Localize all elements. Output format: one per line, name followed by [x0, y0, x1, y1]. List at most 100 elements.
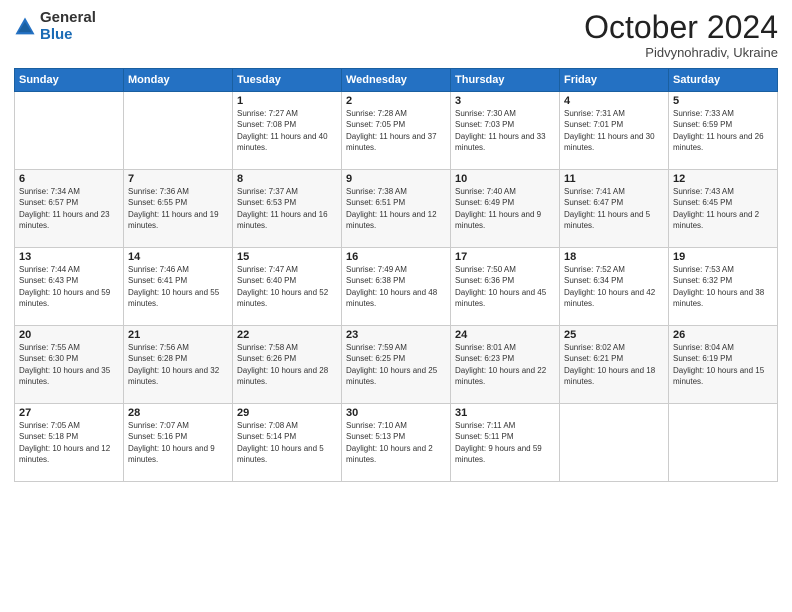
calendar-cell: 15Sunrise: 7:47 AM Sunset: 6:40 PM Dayli… — [233, 248, 342, 326]
calendar-cell: 23Sunrise: 7:59 AM Sunset: 6:25 PM Dayli… — [342, 326, 451, 404]
day-number: 6 — [19, 173, 119, 185]
calendar-cell: 2Sunrise: 7:28 AM Sunset: 7:05 PM Daylig… — [342, 92, 451, 170]
calendar-cell — [15, 92, 124, 170]
day-info: Sunrise: 7:31 AM Sunset: 7:01 PM Dayligh… — [564, 108, 664, 153]
day-number: 23 — [346, 329, 446, 341]
header-cell-thursday: Thursday — [451, 69, 560, 92]
day-number: 25 — [564, 329, 664, 341]
day-number: 26 — [673, 329, 773, 341]
day-number: 27 — [19, 407, 119, 419]
calendar-cell: 3Sunrise: 7:30 AM Sunset: 7:03 PM Daylig… — [451, 92, 560, 170]
calendar-cell: 31Sunrise: 7:11 AM Sunset: 5:11 PM Dayli… — [451, 404, 560, 482]
day-number: 5 — [673, 95, 773, 107]
day-number: 11 — [564, 173, 664, 185]
day-number: 8 — [237, 173, 337, 185]
calendar-cell: 22Sunrise: 7:58 AM Sunset: 6:26 PM Dayli… — [233, 326, 342, 404]
calendar-cell: 4Sunrise: 7:31 AM Sunset: 7:01 PM Daylig… — [560, 92, 669, 170]
calendar-cell: 13Sunrise: 7:44 AM Sunset: 6:43 PM Dayli… — [15, 248, 124, 326]
header: General Blue October 2024 Pidvynohradiv,… — [14, 10, 778, 60]
calendar-cell: 11Sunrise: 7:41 AM Sunset: 6:47 PM Dayli… — [560, 170, 669, 248]
calendar-cell: 5Sunrise: 7:33 AM Sunset: 6:59 PM Daylig… — [669, 92, 778, 170]
day-number: 13 — [19, 251, 119, 263]
calendar-body: 1Sunrise: 7:27 AM Sunset: 7:08 PM Daylig… — [15, 92, 778, 482]
calendar-cell: 14Sunrise: 7:46 AM Sunset: 6:41 PM Dayli… — [124, 248, 233, 326]
day-number: 31 — [455, 407, 555, 419]
logo: General Blue — [14, 10, 96, 43]
day-info: Sunrise: 7:53 AM Sunset: 6:32 PM Dayligh… — [673, 264, 773, 309]
calendar-cell: 8Sunrise: 7:37 AM Sunset: 6:53 PM Daylig… — [233, 170, 342, 248]
day-number: 22 — [237, 329, 337, 341]
logo-blue: Blue — [40, 27, 96, 44]
location: Pidvynohradiv, Ukraine — [584, 45, 778, 60]
day-info: Sunrise: 7:33 AM Sunset: 6:59 PM Dayligh… — [673, 108, 773, 153]
calendar-cell: 10Sunrise: 7:40 AM Sunset: 6:49 PM Dayli… — [451, 170, 560, 248]
day-info: Sunrise: 7:07 AM Sunset: 5:16 PM Dayligh… — [128, 420, 228, 465]
day-number: 16 — [346, 251, 446, 263]
day-number: 28 — [128, 407, 228, 419]
header-cell-wednesday: Wednesday — [342, 69, 451, 92]
calendar-cell — [669, 404, 778, 482]
day-info: Sunrise: 7:30 AM Sunset: 7:03 PM Dayligh… — [455, 108, 555, 153]
calendar-cell: 19Sunrise: 7:53 AM Sunset: 6:32 PM Dayli… — [669, 248, 778, 326]
calendar-cell: 1Sunrise: 7:27 AM Sunset: 7:08 PM Daylig… — [233, 92, 342, 170]
calendar-cell: 9Sunrise: 7:38 AM Sunset: 6:51 PM Daylig… — [342, 170, 451, 248]
day-number: 18 — [564, 251, 664, 263]
page: General Blue October 2024 Pidvynohradiv,… — [0, 0, 792, 612]
day-info: Sunrise: 7:55 AM Sunset: 6:30 PM Dayligh… — [19, 342, 119, 387]
week-row-4: 20Sunrise: 7:55 AM Sunset: 6:30 PM Dayli… — [15, 326, 778, 404]
day-number: 3 — [455, 95, 555, 107]
calendar-cell: 29Sunrise: 7:08 AM Sunset: 5:14 PM Dayli… — [233, 404, 342, 482]
day-info: Sunrise: 7:50 AM Sunset: 6:36 PM Dayligh… — [455, 264, 555, 309]
header-cell-monday: Monday — [124, 69, 233, 92]
day-info: Sunrise: 7:10 AM Sunset: 5:13 PM Dayligh… — [346, 420, 446, 465]
day-info: Sunrise: 7:38 AM Sunset: 6:51 PM Dayligh… — [346, 186, 446, 231]
day-info: Sunrise: 7:40 AM Sunset: 6:49 PM Dayligh… — [455, 186, 555, 231]
week-row-2: 6Sunrise: 7:34 AM Sunset: 6:57 PM Daylig… — [15, 170, 778, 248]
day-info: Sunrise: 7:58 AM Sunset: 6:26 PM Dayligh… — [237, 342, 337, 387]
day-info: Sunrise: 7:08 AM Sunset: 5:14 PM Dayligh… — [237, 420, 337, 465]
day-info: Sunrise: 7:43 AM Sunset: 6:45 PM Dayligh… — [673, 186, 773, 231]
day-info: Sunrise: 7:05 AM Sunset: 5:18 PM Dayligh… — [19, 420, 119, 465]
day-info: Sunrise: 7:56 AM Sunset: 6:28 PM Dayligh… — [128, 342, 228, 387]
day-number: 15 — [237, 251, 337, 263]
day-number: 21 — [128, 329, 228, 341]
day-number: 4 — [564, 95, 664, 107]
header-cell-saturday: Saturday — [669, 69, 778, 92]
calendar-cell: 30Sunrise: 7:10 AM Sunset: 5:13 PM Dayli… — [342, 404, 451, 482]
calendar-cell — [124, 92, 233, 170]
calendar-cell: 12Sunrise: 7:43 AM Sunset: 6:45 PM Dayli… — [669, 170, 778, 248]
day-number: 30 — [346, 407, 446, 419]
day-info: Sunrise: 7:47 AM Sunset: 6:40 PM Dayligh… — [237, 264, 337, 309]
week-row-1: 1Sunrise: 7:27 AM Sunset: 7:08 PM Daylig… — [15, 92, 778, 170]
calendar-cell — [560, 404, 669, 482]
day-number: 19 — [673, 251, 773, 263]
calendar-cell: 26Sunrise: 8:04 AM Sunset: 6:19 PM Dayli… — [669, 326, 778, 404]
calendar-cell: 27Sunrise: 7:05 AM Sunset: 5:18 PM Dayli… — [15, 404, 124, 482]
month-title: October 2024 — [584, 10, 778, 45]
calendar-cell: 25Sunrise: 8:02 AM Sunset: 6:21 PM Dayli… — [560, 326, 669, 404]
day-info: Sunrise: 8:04 AM Sunset: 6:19 PM Dayligh… — [673, 342, 773, 387]
day-info: Sunrise: 7:34 AM Sunset: 6:57 PM Dayligh… — [19, 186, 119, 231]
day-number: 1 — [237, 95, 337, 107]
calendar-cell: 7Sunrise: 7:36 AM Sunset: 6:55 PM Daylig… — [124, 170, 233, 248]
calendar-cell: 6Sunrise: 7:34 AM Sunset: 6:57 PM Daylig… — [15, 170, 124, 248]
day-info: Sunrise: 7:49 AM Sunset: 6:38 PM Dayligh… — [346, 264, 446, 309]
header-cell-tuesday: Tuesday — [233, 69, 342, 92]
day-number: 2 — [346, 95, 446, 107]
day-number: 14 — [128, 251, 228, 263]
day-number: 29 — [237, 407, 337, 419]
day-info: Sunrise: 7:59 AM Sunset: 6:25 PM Dayligh… — [346, 342, 446, 387]
calendar-cell: 21Sunrise: 7:56 AM Sunset: 6:28 PM Dayli… — [124, 326, 233, 404]
calendar-cell: 17Sunrise: 7:50 AM Sunset: 6:36 PM Dayli… — [451, 248, 560, 326]
calendar-cell: 18Sunrise: 7:52 AM Sunset: 6:34 PM Dayli… — [560, 248, 669, 326]
day-info: Sunrise: 7:11 AM Sunset: 5:11 PM Dayligh… — [455, 420, 555, 465]
day-number: 12 — [673, 173, 773, 185]
day-info: Sunrise: 7:37 AM Sunset: 6:53 PM Dayligh… — [237, 186, 337, 231]
day-info: Sunrise: 7:36 AM Sunset: 6:55 PM Dayligh… — [128, 186, 228, 231]
day-info: Sunrise: 7:46 AM Sunset: 6:41 PM Dayligh… — [128, 264, 228, 309]
calendar-table: SundayMondayTuesdayWednesdayThursdayFrid… — [14, 68, 778, 482]
calendar-cell: 16Sunrise: 7:49 AM Sunset: 6:38 PM Dayli… — [342, 248, 451, 326]
day-info: Sunrise: 7:52 AM Sunset: 6:34 PM Dayligh… — [564, 264, 664, 309]
day-number: 9 — [346, 173, 446, 185]
day-info: Sunrise: 7:28 AM Sunset: 7:05 PM Dayligh… — [346, 108, 446, 153]
